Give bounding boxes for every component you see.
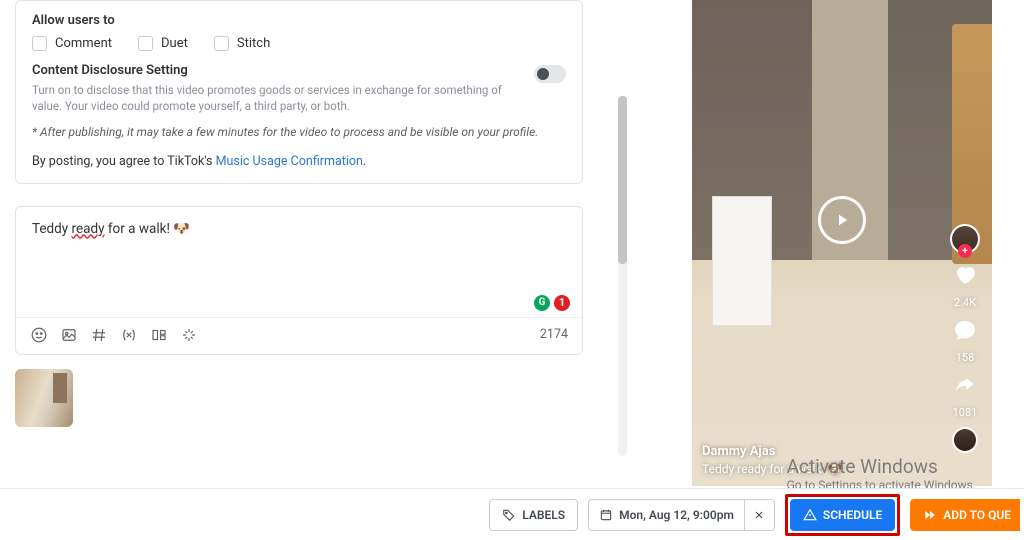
layout-icon[interactable] bbox=[150, 326, 168, 344]
allow-duet-option[interactable]: Duet bbox=[138, 36, 188, 51]
allow-users-title: Allow users to bbox=[32, 13, 566, 28]
checkbox-icon bbox=[214, 36, 229, 51]
clear-datetime-button[interactable] bbox=[744, 500, 774, 530]
windows-activation-watermark: Activate Windows Go to Settings to activ… bbox=[787, 455, 976, 492]
share-count: 1081 bbox=[953, 406, 978, 419]
comment-icon[interactable] bbox=[952, 317, 978, 343]
calendar-icon bbox=[599, 508, 613, 522]
character-count: 2174 bbox=[540, 327, 568, 342]
footer-actions: LABELS Mon, Aug 12, 9:00pm SCHEDULE ADD … bbox=[0, 488, 1024, 540]
labels-button[interactable]: LABELS bbox=[489, 499, 578, 531]
hashtag-icon[interactable] bbox=[90, 326, 108, 344]
allow-stitch-option[interactable]: Stitch bbox=[214, 36, 270, 51]
schedule-button[interactable]: SCHEDULE bbox=[790, 499, 895, 531]
share-icon[interactable] bbox=[952, 372, 978, 398]
fast-forward-icon bbox=[923, 508, 937, 522]
warning-icon bbox=[803, 508, 817, 522]
scrollbar[interactable] bbox=[618, 96, 627, 456]
ai-sparkle-icon[interactable] bbox=[180, 326, 198, 344]
disclosure-title: Content Disclosure Setting bbox=[32, 63, 524, 78]
checkbox-icon bbox=[138, 36, 153, 51]
checkbox-icon bbox=[32, 36, 47, 51]
caption-input[interactable]: Teddy ready for a walk! 🐶 G 1 bbox=[16, 207, 582, 317]
media-icon[interactable] bbox=[60, 326, 78, 344]
variable-icon[interactable] bbox=[120, 326, 138, 344]
like-count: 2.4K bbox=[954, 296, 976, 309]
play-icon[interactable] bbox=[818, 196, 866, 244]
grammarly-badges: G 1 bbox=[534, 295, 570, 311]
emoji-icon[interactable] bbox=[30, 326, 48, 344]
follow-plus-icon: + bbox=[958, 244, 972, 258]
allow-comment-option[interactable]: Comment bbox=[32, 36, 112, 51]
media-thumbnail[interactable] bbox=[15, 369, 73, 427]
grammarly-suggestion-count[interactable]: 1 bbox=[554, 295, 570, 311]
tiktok-preview: + 2.4K 158 1081 Dammy Ajas Teddy ready f… bbox=[692, 0, 992, 486]
allow-options-row: Comment Duet Stitch bbox=[32, 36, 566, 51]
caption-composer: Teddy ready for a walk! 🐶 G 1 2174 bbox=[15, 206, 583, 355]
processing-note: * After publishing, it may take a few mi… bbox=[32, 124, 566, 141]
agreement-text: By posting, you agree to TikTok's Music … bbox=[32, 154, 566, 169]
schedule-datetime-button[interactable]: Mon, Aug 12, 9:00pm bbox=[589, 500, 744, 530]
schedule-highlight: SCHEDULE bbox=[785, 494, 900, 536]
profile-avatar[interactable]: + bbox=[950, 224, 980, 254]
like-icon[interactable] bbox=[952, 262, 978, 288]
comment-count: 158 bbox=[956, 351, 975, 364]
grammarly-icon[interactable]: G bbox=[534, 295, 550, 311]
add-to-queue-button[interactable]: ADD TO QUE bbox=[910, 499, 1020, 531]
disclosure-toggle[interactable] bbox=[534, 65, 566, 83]
settings-card: Allow users to Comment Duet Stitch Conte… bbox=[15, 0, 583, 184]
music-usage-link[interactable]: Music Usage Confirmation bbox=[216, 154, 363, 169]
disclosure-description: Turn on to disclose that this video prom… bbox=[32, 82, 524, 114]
sound-avatar[interactable] bbox=[952, 427, 978, 453]
tag-icon bbox=[502, 508, 516, 522]
